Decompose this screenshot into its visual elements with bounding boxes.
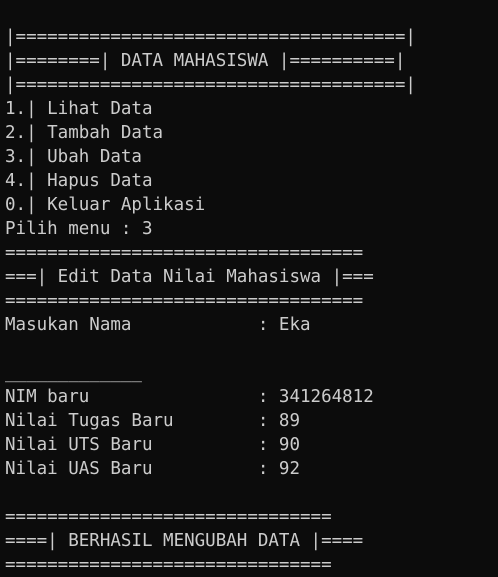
separator-underline: _____________ [5, 363, 142, 383]
menu-border-top: |=====================================| [5, 27, 416, 47]
name-input-line: Masukan Nama : Eka [5, 315, 311, 335]
success-border-top: =============================== [5, 507, 332, 527]
terminal-output: |=====================================| … [0, 0, 498, 575]
menu-item-lihat-data: 1.| Lihat Data [5, 99, 153, 119]
menu-item-tambah-data: 2.| Tambah Data [5, 123, 164, 143]
edit-title: ===| Edit Data Nilai Mahasiswa |=== [5, 267, 374, 287]
nilai-tugas-line: Nilai Tugas Baru : 89 [5, 411, 301, 431]
nilai-uts-line: Nilai UTS Baru : 90 [5, 435, 301, 455]
menu-item-ubah-data: 3.| Ubah Data [5, 147, 142, 167]
menu-item-keluar: 0.| Keluar Aplikasi [5, 195, 206, 215]
nim-baru-line: NIM baru : 341264812 [5, 387, 374, 407]
success-message: ====| BERHASIL MENGUBAH DATA |==== [5, 531, 364, 551]
menu-border-bottom: |=====================================| [5, 75, 416, 95]
menu-title: |========| DATA MAHASISWA |==========| [5, 51, 406, 71]
menu-choice-prompt: Pilih menu : 3 [5, 219, 153, 239]
success-border-bottom: =============================== [5, 555, 332, 575]
menu-item-hapus-data: 4.| Hapus Data [5, 171, 153, 191]
nilai-uas-line: Nilai UAS Baru : 92 [5, 459, 301, 479]
edit-border-top: ================================== [5, 243, 364, 263]
edit-border-bottom: ================================== [5, 291, 364, 311]
